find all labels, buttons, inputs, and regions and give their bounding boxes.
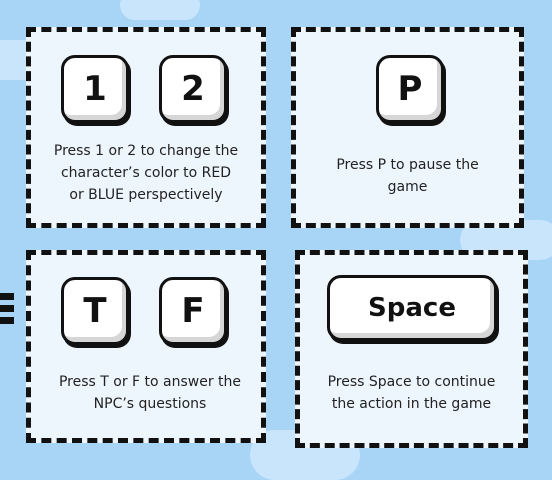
continue-controls-panel: Space Press Space to continue the action… <box>295 250 528 448</box>
key-p-label: P <box>397 69 423 109</box>
color-controls-description: Press 1 or 2 to change the character’s c… <box>31 140 261 206</box>
key-2-label: 2 <box>181 69 205 109</box>
color-controls-panel: 1 2 Press 1 or 2 to change the character… <box>26 27 266 228</box>
key-space-label: Space <box>368 293 456 323</box>
key-p[interactable]: P <box>376 55 444 123</box>
pause-controls-description: Press P to pause the game <box>296 154 519 198</box>
description-line: Press P to pause the <box>336 157 479 173</box>
description-line: Press 1 or 2 to change the <box>53 143 239 159</box>
key-2[interactable]: 2 <box>159 55 227 123</box>
cloud <box>120 0 200 20</box>
key-f[interactable]: F <box>159 277 227 345</box>
continue-controls-description: Press Space to continue the action in th… <box>300 371 523 415</box>
description-line: Press T or F to answer the <box>58 374 242 390</box>
key-f-label: F <box>181 291 205 331</box>
description-line: NPC’s questions <box>93 396 207 412</box>
description-line: the action in the game <box>331 396 492 412</box>
answer-controls-panel: T F Press T or F to answer the NPC’s que… <box>26 250 266 443</box>
description-line: game <box>387 179 428 195</box>
key-1-label: 1 <box>83 69 107 109</box>
key-space[interactable]: Space <box>327 275 497 341</box>
partial-glyph-edge <box>0 293 14 324</box>
description-line: Press Space to continue <box>327 374 496 390</box>
key-t[interactable]: T <box>61 277 129 345</box>
description-line: character’s color to RED <box>60 165 232 181</box>
key-1[interactable]: 1 <box>61 55 129 123</box>
key-t-label: T <box>83 291 107 331</box>
description-line: or BLUE perspectively <box>69 187 223 203</box>
answer-controls-description: Press T or F to answer the NPC’s questio… <box>35 371 265 415</box>
pause-controls-panel: P Press P to pause the game <box>291 27 524 228</box>
